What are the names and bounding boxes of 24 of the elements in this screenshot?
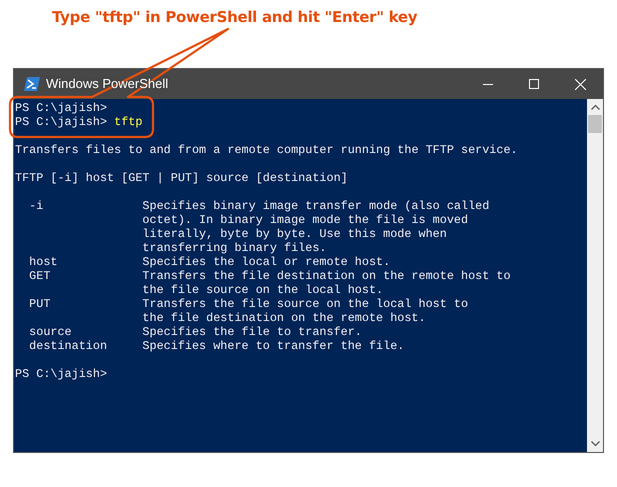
option-name: source <box>29 325 72 339</box>
prompt-text: PS C:\jajish> <box>15 367 108 381</box>
close-icon <box>574 78 586 90</box>
option-name: host <box>29 255 58 269</box>
option-description: Specifies where to transfer the file. <box>142 339 404 353</box>
output-text: TFTP [-i] host [GET | PUT] source [destination] <box>15 171 348 185</box>
option-description: Specifies binary image transfer mode (also called octet). In binary image mode the file is moved literally, byte by byte. Use this mode when transferring binary files. <box>142 199 490 255</box>
prompt-text: PS C:\jajish> <box>15 115 108 129</box>
option-description: Transfers the file source on the local host to the file destination on the remote host. <box>142 297 468 325</box>
option-name: PUT <box>29 297 50 311</box>
option-description: Specifies the file to transfer. <box>142 325 362 339</box>
scroll-thumb[interactable] <box>588 115 602 133</box>
maximize-icon <box>529 79 539 89</box>
option-description: Specifies the local or remote host. <box>142 255 390 269</box>
option-description: Transfers the file destination on the remote host to the file source on the local host. <box>142 269 511 297</box>
powershell-icon <box>24 77 40 91</box>
prompt-text: PS C:\jajish> <box>15 101 108 115</box>
scrollbar[interactable] <box>587 99 603 452</box>
annotation-text: Type "tftp" in PowerShell and hit "Enter" key <box>52 7 418 28</box>
option-name: -i <box>29 199 44 213</box>
output-text: Transfers files to and from a remote computer running the TFTP service. <box>15 143 518 157</box>
command-text: tftp <box>114 115 142 129</box>
option-name: GET <box>29 269 50 283</box>
option-name: destination <box>29 339 108 353</box>
